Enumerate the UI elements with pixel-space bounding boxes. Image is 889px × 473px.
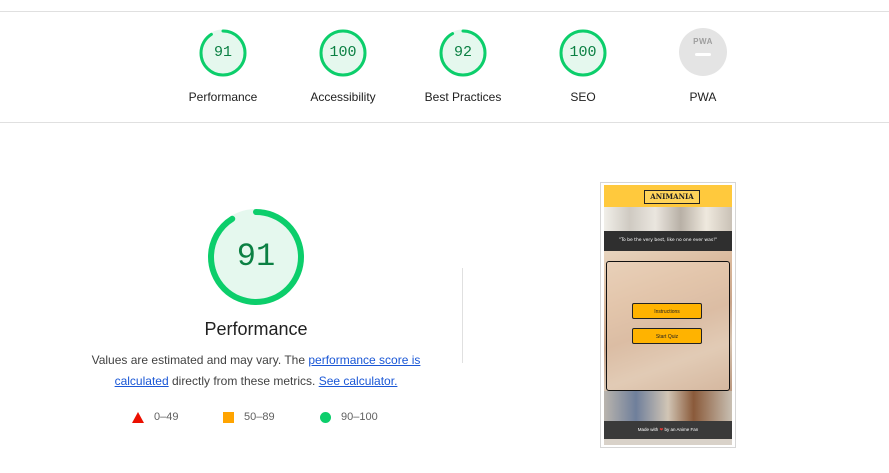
- desc-text: directly from these metrics.: [168, 374, 319, 388]
- triangle-icon: [132, 411, 144, 423]
- screenshot-image: ANIMANIA "To be the very best, like no o…: [604, 185, 732, 445]
- performance-description: Values are estimated and may vary. The p…: [80, 350, 432, 392]
- gauge-label: SEO: [570, 90, 596, 104]
- score-ring: 100: [558, 28, 608, 78]
- gauge-accessibility[interactable]: 100 Accessibility: [283, 28, 403, 104]
- performance-title: Performance: [204, 319, 308, 339]
- score-ring: 100: [318, 28, 368, 78]
- footer-text: Made with: [637, 427, 660, 432]
- desc-text: Values are estimated and may vary. The: [91, 353, 309, 367]
- performance-score-value: 91: [236, 238, 276, 275]
- gauge-pwa[interactable]: PWA PWA: [643, 28, 763, 104]
- legend-label: 50–89: [244, 411, 275, 423]
- gauge-label: Performance: [188, 90, 258, 104]
- score-value: 100: [329, 44, 357, 61]
- circle-icon: [320, 411, 331, 423]
- legend-fail: 0–49: [132, 409, 178, 425]
- legend-pass: 90–100: [320, 409, 378, 425]
- score-ring: 92: [438, 28, 488, 78]
- footer-text: by an Anime Fan: [663, 427, 699, 432]
- pwa-badge-icon: PWA: [679, 28, 727, 76]
- pwa-badge-text: PWA: [693, 37, 713, 46]
- site-footer: Made with ❤ by an Anime Fan: [604, 421, 732, 439]
- section-divider: [0, 122, 889, 123]
- performance-gauge: 91: [206, 207, 306, 307]
- vertical-divider: [462, 268, 463, 363]
- top-divider: [0, 11, 889, 12]
- legend-label: 90–100: [341, 411, 378, 423]
- final-screenshot-thumbnail[interactable]: ANIMANIA "To be the very best, like no o…: [600, 182, 736, 448]
- square-icon: [223, 411, 234, 423]
- footer-artwork: [604, 391, 732, 421]
- gauge-best-practices[interactable]: 92 Best Practices: [403, 28, 523, 104]
- gauge-label: Accessibility: [310, 90, 376, 104]
- score-value: 91: [213, 44, 232, 61]
- start-quiz-button: Start Quiz: [632, 328, 702, 344]
- site-header: ANIMANIA: [604, 185, 732, 207]
- gauge-seo[interactable]: 100 SEO: [523, 28, 643, 104]
- legend-average: 50–89: [223, 409, 275, 425]
- gauge-label: PWA: [689, 90, 717, 104]
- instructions-button: Instructions: [632, 303, 702, 319]
- legend-label: 0–49: [154, 411, 179, 423]
- score-value: 100: [569, 44, 597, 61]
- score-ring: 91: [198, 28, 248, 78]
- site-logo: ANIMANIA: [644, 190, 700, 204]
- gauge-label: Best Practices: [424, 90, 502, 104]
- score-value: 92: [453, 44, 472, 61]
- pwa-dash: [695, 53, 711, 56]
- hero-artwork: [604, 207, 732, 231]
- quiz-card: [606, 261, 730, 391]
- site-quote: "To be the very best, like no one ever w…: [604, 231, 732, 251]
- see-calculator-link[interactable]: See calculator.: [319, 374, 398, 388]
- gauge-performance[interactable]: 91 Performance: [163, 28, 283, 104]
